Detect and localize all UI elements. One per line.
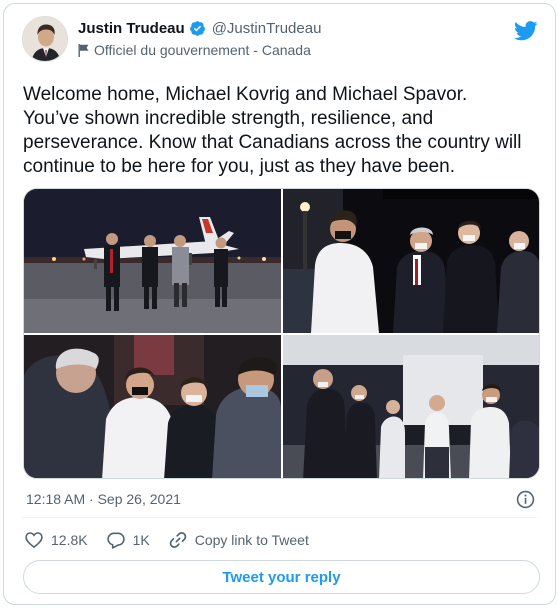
copy-link-label: Copy link to Tweet	[194, 532, 309, 548]
author-name[interactable]: Justin Trudeau	[78, 20, 185, 37]
tweet-timestamp[interactable]: 12:18 AM · Sep 26, 2021	[26, 491, 181, 507]
photo-tarmac-arrival[interactable]	[24, 189, 281, 333]
author-name-row: Justin Trudeau @JustinTrudeau	[78, 20, 321, 37]
action-bar: 12.8K 1K Copy link to Tweet	[24, 530, 327, 550]
avatar[interactable]	[22, 16, 68, 62]
heart-icon	[25, 532, 43, 549]
government-flag-icon	[78, 43, 89, 57]
affiliation-label: Officiel du gouvernement - Canada	[94, 42, 311, 58]
like-button[interactable]: 12.8K	[24, 530, 88, 550]
copy-link-button[interactable]: Copy link to Tweet	[168, 530, 309, 550]
photo-conversation-closeup[interactable]	[24, 335, 281, 478]
affiliation-row: Officiel du gouvernement - Canada	[78, 42, 311, 58]
tweet-text: Welcome home, Michael Kovrig and Michael…	[23, 84, 522, 177]
photo-grid	[23, 188, 540, 479]
tweet-card: Justin Trudeau @JustinTrudeau Officiel d…	[3, 3, 556, 605]
tweet-your-reply-button[interactable]: Tweet your reply	[23, 560, 540, 594]
author-handle[interactable]: @JustinTrudeau	[212, 20, 322, 37]
reply-button[interactable]: 1K	[106, 530, 150, 550]
reply-bubble-icon	[106, 532, 125, 549]
link-icon	[169, 532, 187, 548]
twitter-bird-icon[interactable]	[514, 21, 538, 41]
reply-count: 1K	[132, 532, 150, 548]
divider	[22, 517, 537, 518]
info-icon[interactable]	[516, 490, 535, 509]
verified-badge-icon	[189, 20, 206, 37]
like-count: 12.8K	[51, 532, 88, 548]
photo-greeting-handshake[interactable]	[283, 189, 539, 333]
photo-hangar-group[interactable]	[283, 335, 539, 478]
